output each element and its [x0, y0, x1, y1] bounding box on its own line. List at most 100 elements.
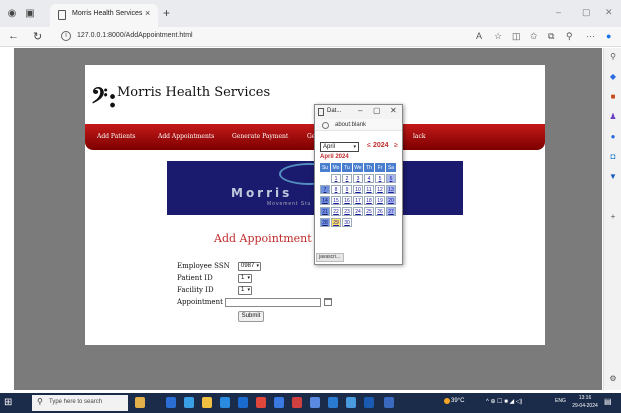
app-icon-5[interactable]	[328, 397, 338, 408]
calendar-day[interactable]: 21	[320, 207, 330, 216]
windows-start-icon[interactable]: ⊞	[4, 397, 12, 408]
submit-button[interactable]: Submit	[238, 311, 264, 322]
store-icon[interactable]	[220, 397, 230, 408]
calendar-icon[interactable]	[324, 298, 332, 306]
calendar-day[interactable]: 8	[331, 185, 341, 194]
mail-icon[interactable]	[238, 397, 248, 408]
drop-icon[interactable]: ▼	[608, 172, 618, 182]
add-sidebar-icon[interactable]: +	[608, 212, 618, 222]
app-icon-4[interactable]	[310, 397, 320, 408]
browser-tab[interactable]: Morris Health Services ×	[50, 4, 158, 27]
calendar-day[interactable]: 27	[386, 207, 396, 216]
app-icon-2[interactable]	[274, 397, 284, 408]
chrome-icon[interactable]	[256, 397, 266, 408]
url-field[interactable]: 127.0.0.1:8000/AddAppointment.html	[77, 32, 193, 39]
site-info-icon[interactable]: i	[61, 31, 71, 41]
calendar-day[interactable]: 6	[386, 174, 396, 183]
new-tab-icon[interactable]: +	[163, 6, 170, 20]
facility-id-select[interactable]: 1 ▾	[238, 286, 252, 295]
app-icon-3[interactable]	[292, 397, 302, 408]
tab-close-icon[interactable]: ×	[145, 8, 150, 18]
notification-icon[interactable]: ▤	[604, 397, 612, 406]
calendar-day[interactable]: 9	[342, 185, 352, 194]
calendar-day[interactable]: 7	[320, 185, 330, 194]
calendar-day[interactable]: 15	[331, 196, 341, 205]
calendar-day[interactable]: 16	[342, 196, 352, 205]
calendar-day[interactable]: 29	[331, 218, 341, 227]
tab-actions-icon[interactable]: ▣	[24, 8, 36, 20]
back-icon[interactable]: ←	[8, 30, 19, 42]
patient-id-select[interactable]: 1 ▾	[238, 274, 252, 283]
calendar-day[interactable]: 13	[386, 185, 396, 194]
extensions-icon[interactable]: ⚲	[566, 31, 573, 42]
split-screen-icon[interactable]: ◫	[512, 31, 521, 42]
calendar-day[interactable]: 30	[342, 218, 352, 227]
close-window-icon[interactable]: ✕	[605, 7, 613, 18]
clock-time[interactable]: 13:16	[572, 395, 598, 401]
collections-icon[interactable]: ⧉	[548, 31, 554, 42]
tools-icon[interactable]: ■	[608, 92, 618, 102]
games-icon[interactable]: ♟	[608, 112, 618, 122]
nav-item-partial-right[interactable]: lack	[413, 133, 426, 140]
app-icon-7[interactable]	[364, 397, 374, 408]
office-icon[interactable]: ●	[608, 132, 618, 142]
calendar-day[interactable]: 26	[375, 207, 385, 216]
nav-add-patients[interactable]: Add Patients	[97, 133, 136, 140]
appointment-date-input[interactable]	[225, 298, 321, 307]
nav-add-appointments[interactable]: Add Appointments	[158, 133, 214, 140]
ssn-select[interactable]: 0987 ▾	[238, 262, 261, 271]
shopping-icon[interactable]: ◆	[608, 72, 618, 82]
copilot-icon[interactable]: ●	[606, 31, 611, 41]
calendar-day[interactable]: 28	[320, 218, 330, 227]
taskbar-search-box[interactable]: ⚲ Type here to search	[32, 395, 128, 411]
settings-gear-icon[interactable]: ⚙	[608, 374, 618, 384]
month-select[interactable]: April ▾	[320, 142, 359, 152]
popup-close-icon[interactable]: ✕	[390, 106, 397, 115]
calendar-day[interactable]: 4	[364, 174, 374, 183]
popup-maximize-icon[interactable]: ▢	[373, 106, 381, 115]
calendar-day[interactable]: 1	[331, 174, 341, 183]
calendar-day[interactable]: 22	[331, 207, 341, 216]
language-indicator[interactable]: ENG	[555, 398, 566, 404]
nav-generate-payment[interactable]: Generate Payment	[232, 133, 288, 140]
calendar-day[interactable]: 23	[342, 207, 352, 216]
read-aloud-icon[interactable]: A	[476, 31, 482, 41]
calendar-day[interactable]: 11	[364, 185, 374, 194]
popup-minimize-icon[interactable]: –	[358, 106, 362, 115]
calendar-day[interactable]: 17	[353, 196, 363, 205]
popup-title: Dat...	[327, 108, 342, 114]
calendar-day[interactable]: 14	[320, 196, 330, 205]
clock-date[interactable]: 29-04-2024	[572, 403, 598, 409]
app-icon[interactable]	[184, 397, 194, 408]
system-tray[interactable]: ^ ⊕ ☐ ■ ◢ ◁)	[486, 398, 522, 405]
app-icon-6[interactable]	[346, 397, 356, 408]
calendar-day[interactable]: 18	[364, 196, 374, 205]
calendar-day[interactable]: 20	[386, 196, 396, 205]
calendar-day[interactable]: 12	[375, 185, 385, 194]
calendar-day[interactable]: 24	[353, 207, 363, 216]
search-icon[interactable]: ⚲	[608, 52, 618, 62]
facility-id-label: Facility ID	[177, 286, 214, 294]
calendar-day[interactable]: 3	[353, 174, 363, 183]
maximize-icon[interactable]: ▢	[582, 7, 591, 18]
calendar-day[interactable]: 10	[353, 185, 363, 194]
weather-temp[interactable]: 39°C	[451, 398, 464, 404]
prev-year-button[interactable]: ≤	[367, 142, 371, 149]
calendar-day[interactable]: 25	[364, 207, 374, 216]
favorites-icon[interactable]: ✩	[530, 31, 538, 42]
more-icon[interactable]: ···	[586, 31, 595, 41]
outlook-icon[interactable]: ◘	[608, 152, 618, 162]
widget-icon[interactable]	[135, 397, 145, 408]
edge-icon[interactable]	[166, 397, 176, 408]
minimize-icon[interactable]: –	[556, 7, 561, 17]
favorite-star-icon[interactable]: ☆	[494, 31, 502, 42]
weather-icon[interactable]	[444, 398, 450, 404]
profile-icon[interactable]: ◉	[6, 8, 18, 20]
next-year-button[interactable]: ≥	[394, 142, 398, 149]
app-icon-8[interactable]	[384, 397, 394, 408]
file-explorer-icon[interactable]	[202, 397, 212, 408]
calendar-day[interactable]: 2	[342, 174, 352, 183]
calendar-day[interactable]: 5	[375, 174, 385, 183]
calendar-day[interactable]: 19	[375, 196, 385, 205]
refresh-icon[interactable]: ↻	[33, 30, 42, 43]
